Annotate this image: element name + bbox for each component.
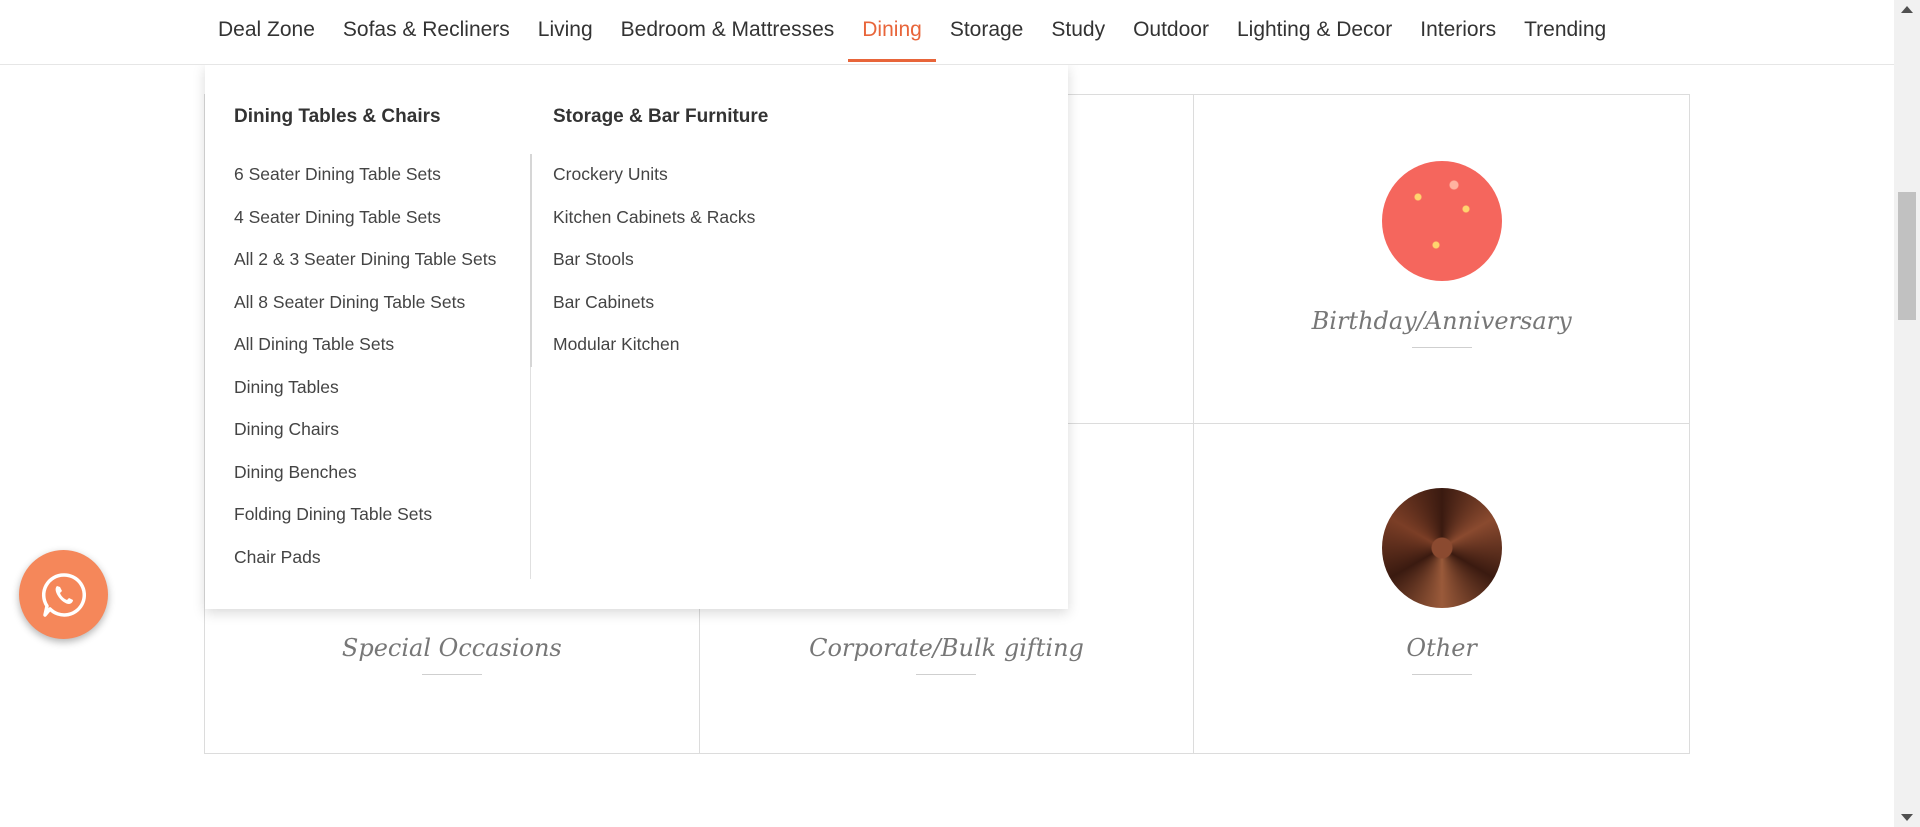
dining-mega-menu: Dining Tables & Chairs 6 Seater Dining T… [205, 64, 1068, 609]
birthday-underline [1411, 347, 1472, 348]
other-underline [1411, 674, 1472, 675]
menu-item-modular-kitchen[interactable]: Modular Kitchen [553, 334, 755, 377]
menu-item-dining-chairs[interactable]: Dining Chairs [234, 419, 496, 462]
whatsapp-icon [41, 572, 86, 617]
special-occasions-title: Special Occasions [341, 634, 562, 662]
mega-list-storage-bar: Crockery Units Kitchen Cabinets & Racks … [553, 164, 755, 377]
nav-item-bedroom-mattresses[interactable]: Bedroom & Mattresses [607, 0, 849, 62]
menu-item-dining-tables[interactable]: Dining Tables [234, 377, 496, 420]
nav-item-outdoor[interactable]: Outdoor [1119, 0, 1223, 62]
nav-item-study[interactable]: Study [1037, 0, 1119, 62]
corporate-underline [916, 674, 977, 675]
scrollbar-thumb[interactable] [1898, 192, 1916, 320]
menu-item-chair-pads[interactable]: Chair Pads [234, 547, 496, 590]
menu-item-all-dining-sets[interactable]: All Dining Table Sets [234, 334, 496, 377]
corporate-title: Corporate/Bulk gifting [809, 634, 1084, 662]
nav-item-interiors[interactable]: Interiors [1406, 0, 1510, 62]
other-image [1381, 488, 1502, 608]
menu-item-dining-benches[interactable]: Dining Benches [234, 462, 496, 505]
scroll-down-arrow-icon[interactable] [1901, 814, 1913, 821]
occasion-card-other[interactable]: Other [1194, 424, 1689, 753]
menu-item-bar-cabinets[interactable]: Bar Cabinets [553, 292, 755, 335]
birthday-title: Birthday/Anniversary [1311, 307, 1572, 335]
top-navigation: Deal Zone Sofas & Recliners Living Bedro… [0, 0, 1894, 65]
menu-item-4-seater[interactable]: 4 Seater Dining Table Sets [234, 207, 496, 250]
menu-item-2-3-seater[interactable]: All 2 & 3 Seater Dining Table Sets [234, 249, 496, 292]
nav-item-lighting-decor[interactable]: Lighting & Decor [1223, 0, 1406, 62]
nav-item-storage[interactable]: Storage [936, 0, 1038, 62]
mega-heading-dining-tables[interactable]: Dining Tables & Chairs [234, 106, 441, 128]
menu-item-folding-sets[interactable]: Folding Dining Table Sets [234, 504, 496, 547]
other-title: Other [1406, 634, 1477, 662]
mega-heading-storage-bar[interactable]: Storage & Bar Furniture [553, 106, 768, 128]
mega-list-dining-tables: 6 Seater Dining Table Sets 4 Seater Dini… [234, 164, 496, 589]
nav-item-deal-zone[interactable]: Deal Zone [204, 0, 329, 62]
menu-item-kitchen-cabinets[interactable]: Kitchen Cabinets & Racks [553, 207, 755, 250]
nav-item-living[interactable]: Living [524, 0, 607, 62]
occasion-card-birthday[interactable]: Birthday/Anniversary [1194, 95, 1689, 424]
nav-item-sofas-recliners[interactable]: Sofas & Recliners [329, 0, 524, 62]
whatsapp-button[interactable] [19, 550, 108, 639]
nav-item-trending[interactable]: Trending [1510, 0, 1620, 62]
menu-item-bar-stools[interactable]: Bar Stools [553, 249, 755, 292]
menu-item-crockery-units[interactable]: Crockery Units [553, 164, 755, 207]
scroll-up-arrow-icon[interactable] [1901, 6, 1913, 13]
page-scrollbar[interactable] [1894, 0, 1920, 827]
special-underline [421, 674, 482, 675]
menu-item-6-seater[interactable]: 6 Seater Dining Table Sets [234, 164, 496, 207]
nav-list: Deal Zone Sofas & Recliners Living Bedro… [204, 0, 1620, 62]
birthday-image [1381, 161, 1502, 281]
menu-item-8-seater[interactable]: All 8 Seater Dining Table Sets [234, 292, 496, 335]
mega-divider-scroll [530, 154, 532, 367]
nav-item-dining[interactable]: Dining [848, 0, 936, 62]
